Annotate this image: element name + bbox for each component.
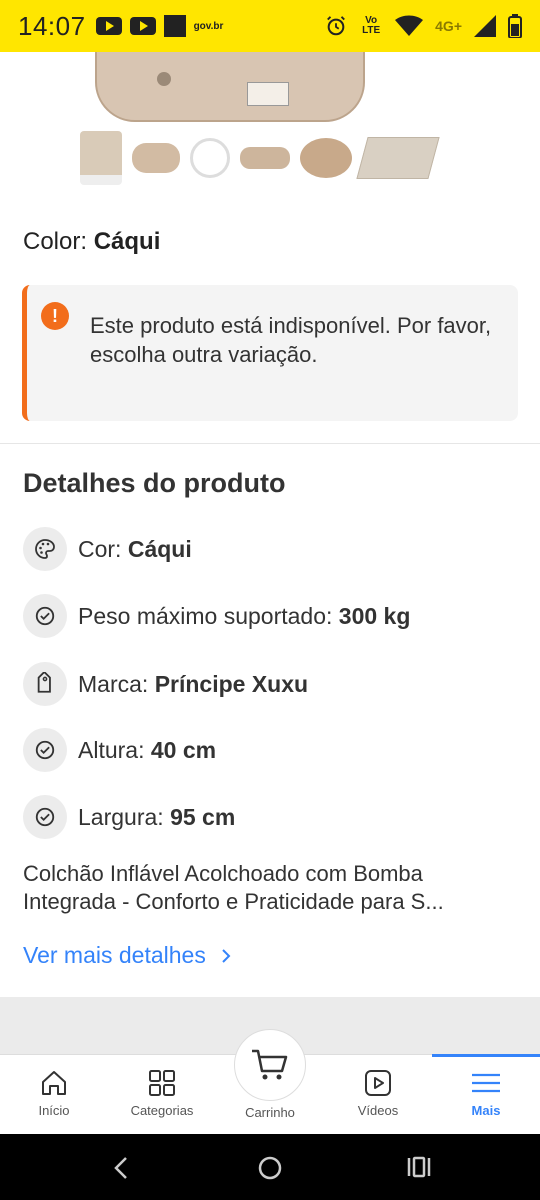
detail-value: 95 cm: [170, 803, 236, 830]
nav-label: Vídeos: [357, 1103, 399, 1118]
description-line: Integrada - Conforto e Praticidade para …: [23, 889, 444, 914]
nav-label: Início: [38, 1103, 70, 1118]
color-label: Color:: [23, 228, 88, 255]
detail-label: Marca:: [78, 670, 149, 697]
palette-icon: [23, 527, 67, 571]
active-indicator: [432, 1054, 540, 1057]
detail-value: Cáqui: [127, 535, 192, 562]
product-image[interactable]: [0, 52, 540, 132]
bag-image: [356, 137, 440, 179]
video-icon: [365, 1070, 391, 1096]
detail-width: Largura: 95 cm: [23, 795, 235, 839]
status-time: 14:07: [18, 10, 86, 41]
detail-label: Altura:: [78, 736, 145, 763]
check-circle-icon: [23, 728, 67, 772]
detail-value: 300 kg: [338, 602, 411, 629]
chevron-right-icon: [222, 948, 231, 963]
detail-brand: Marca: Príncipe Xuxu: [23, 662, 308, 706]
network-type: 4G+: [435, 18, 462, 34]
app-notification-icon: [163, 15, 186, 37]
product-tag-image: [247, 82, 289, 106]
valve-detail: [157, 72, 171, 86]
nav-videos[interactable]: Vídeos: [324, 1055, 432, 1135]
unavailable-alert: ! Este produto está indisponível. Por fa…: [22, 285, 518, 421]
recents-icon[interactable]: [406, 1156, 432, 1178]
nav-categories[interactable]: Categorias: [108, 1055, 216, 1135]
youtube-icon: [129, 17, 156, 35]
detail-label: Largura:: [78, 803, 164, 830]
nav-more[interactable]: Mais: [432, 1055, 540, 1135]
home-icon: [42, 1071, 66, 1095]
nav-cart[interactable]: [234, 1029, 306, 1101]
color-value: Cáqui: [93, 228, 161, 255]
status-bar: 14:07 gov.br Vo LTE 4G+: [0, 0, 540, 52]
detail-label: Cor:: [78, 535, 122, 562]
check-circle-icon: [23, 594, 67, 638]
divider: [0, 443, 540, 444]
tag-icon: [23, 662, 67, 706]
pillow-image: [240, 147, 290, 169]
detail-value: Príncipe Xuxu: [154, 670, 309, 697]
nav-home[interactable]: Início: [0, 1055, 108, 1135]
grid-icon: [149, 1070, 175, 1096]
detail-value: 40 cm: [150, 736, 217, 763]
product-accessories-image: [80, 128, 460, 188]
patch-image: [300, 138, 352, 178]
battery-icon: [508, 14, 522, 38]
color-selection: Color: Cáqui: [23, 228, 160, 256]
nav-label: Categorias: [130, 1103, 194, 1118]
detail-label: Peso máximo suportado:: [78, 602, 333, 629]
detail-weight: Peso máximo suportado: 300 kg: [23, 594, 410, 638]
description-line: Colchão Inflável Acolchoado com Bomba: [23, 861, 423, 886]
wifi-icon: [395, 15, 424, 36]
detail-height: Altura: 40 cm: [23, 728, 216, 772]
home-circle-icon[interactable]: [257, 1155, 283, 1181]
bottom-nav: Início Categorias Carrinho Vídeos Mais: [0, 1029, 540, 1135]
nav-label: Mais: [471, 1103, 501, 1118]
pump-image: [80, 131, 122, 185]
back-icon[interactable]: [112, 1156, 130, 1180]
menu-icon: [472, 1073, 500, 1093]
check-circle-icon: [23, 795, 67, 839]
hose-image: [190, 138, 230, 178]
mattress-image: [95, 52, 365, 122]
see-more-details-link[interactable]: Ver mais detalhes: [23, 942, 232, 969]
nav-label: Carrinho: [245, 1105, 295, 1120]
nozzles-image: [132, 143, 180, 173]
product-description: Colchão Inflável Acolchoado com Bomba In…: [23, 860, 518, 916]
alarm-icon: [327, 16, 346, 36]
volte-icon: Vo LTE: [362, 15, 381, 36]
youtube-icon: [95, 17, 122, 35]
cart-icon: [252, 1049, 288, 1080]
alert-message: Este produto está indisponível. Por favo…: [90, 313, 492, 367]
govbr-icon: gov.br: [193, 20, 224, 32]
see-more-label: Ver mais detalhes: [23, 942, 206, 968]
exclamation-icon: !: [41, 302, 69, 330]
signal-icon: [474, 15, 496, 37]
system-nav-bar: [0, 1134, 540, 1200]
details-title: Detalhes do produto: [23, 468, 286, 498]
detail-color: Cor: Cáqui: [23, 527, 192, 571]
